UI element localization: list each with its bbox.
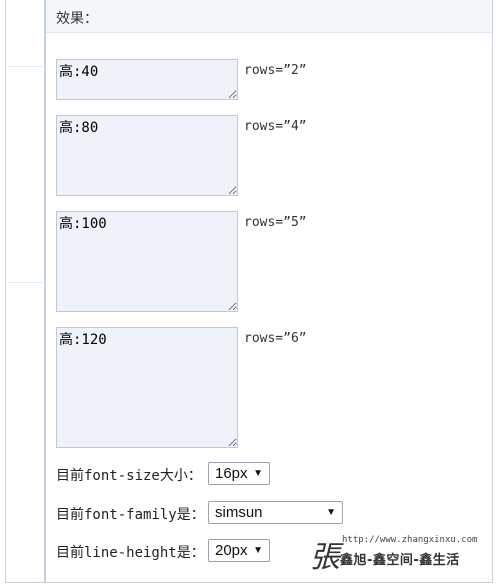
chevron-down-icon: ▼	[326, 507, 336, 518]
line-height-select[interactable]: 20px ▼	[208, 539, 270, 562]
font-family-label: 目前font-family是：	[56, 507, 205, 523]
font-family-select[interactable]: simsun ▼	[208, 501, 343, 524]
line-height-value: 20px	[215, 542, 248, 559]
effect-header: 效果：	[46, 0, 492, 33]
font-size-select[interactable]: 16px ▼	[208, 462, 270, 485]
textarea-height-120[interactable]	[56, 327, 238, 448]
page-title: 效果：	[56, 11, 98, 27]
chevron-down-icon: ▼	[253, 545, 263, 556]
watermark-glyph: 張	[310, 540, 340, 575]
watermark-url: http://www.zhangxinxu.com	[342, 535, 478, 545]
rows-label: rows=”6”	[244, 331, 307, 346]
rows-label: rows=”2”	[244, 63, 307, 78]
chevron-down-icon: ▼	[253, 468, 263, 479]
line-height-label: 目前line-height是：	[56, 545, 205, 561]
textarea-height-40[interactable]	[56, 59, 238, 100]
rows-label: rows=”4”	[244, 119, 307, 134]
font-family-value: simsun	[215, 504, 263, 521]
dotted-divider	[8, 66, 45, 67]
font-size-value: 16px	[215, 465, 248, 482]
dotted-divider	[8, 282, 45, 283]
textarea-height-80[interactable]	[56, 115, 238, 196]
font-size-label: 目前font-size大小：	[56, 468, 202, 484]
left-rule	[44, 0, 46, 583]
rows-label: rows=”5”	[244, 215, 307, 230]
textarea-height-100[interactable]	[56, 211, 238, 312]
site-watermark: 張 http://www.zhangxinxu.com 鑫旭-鑫空间-鑫生活	[310, 532, 490, 576]
watermark-tagline: 鑫旭-鑫空间-鑫生活	[340, 553, 460, 568]
